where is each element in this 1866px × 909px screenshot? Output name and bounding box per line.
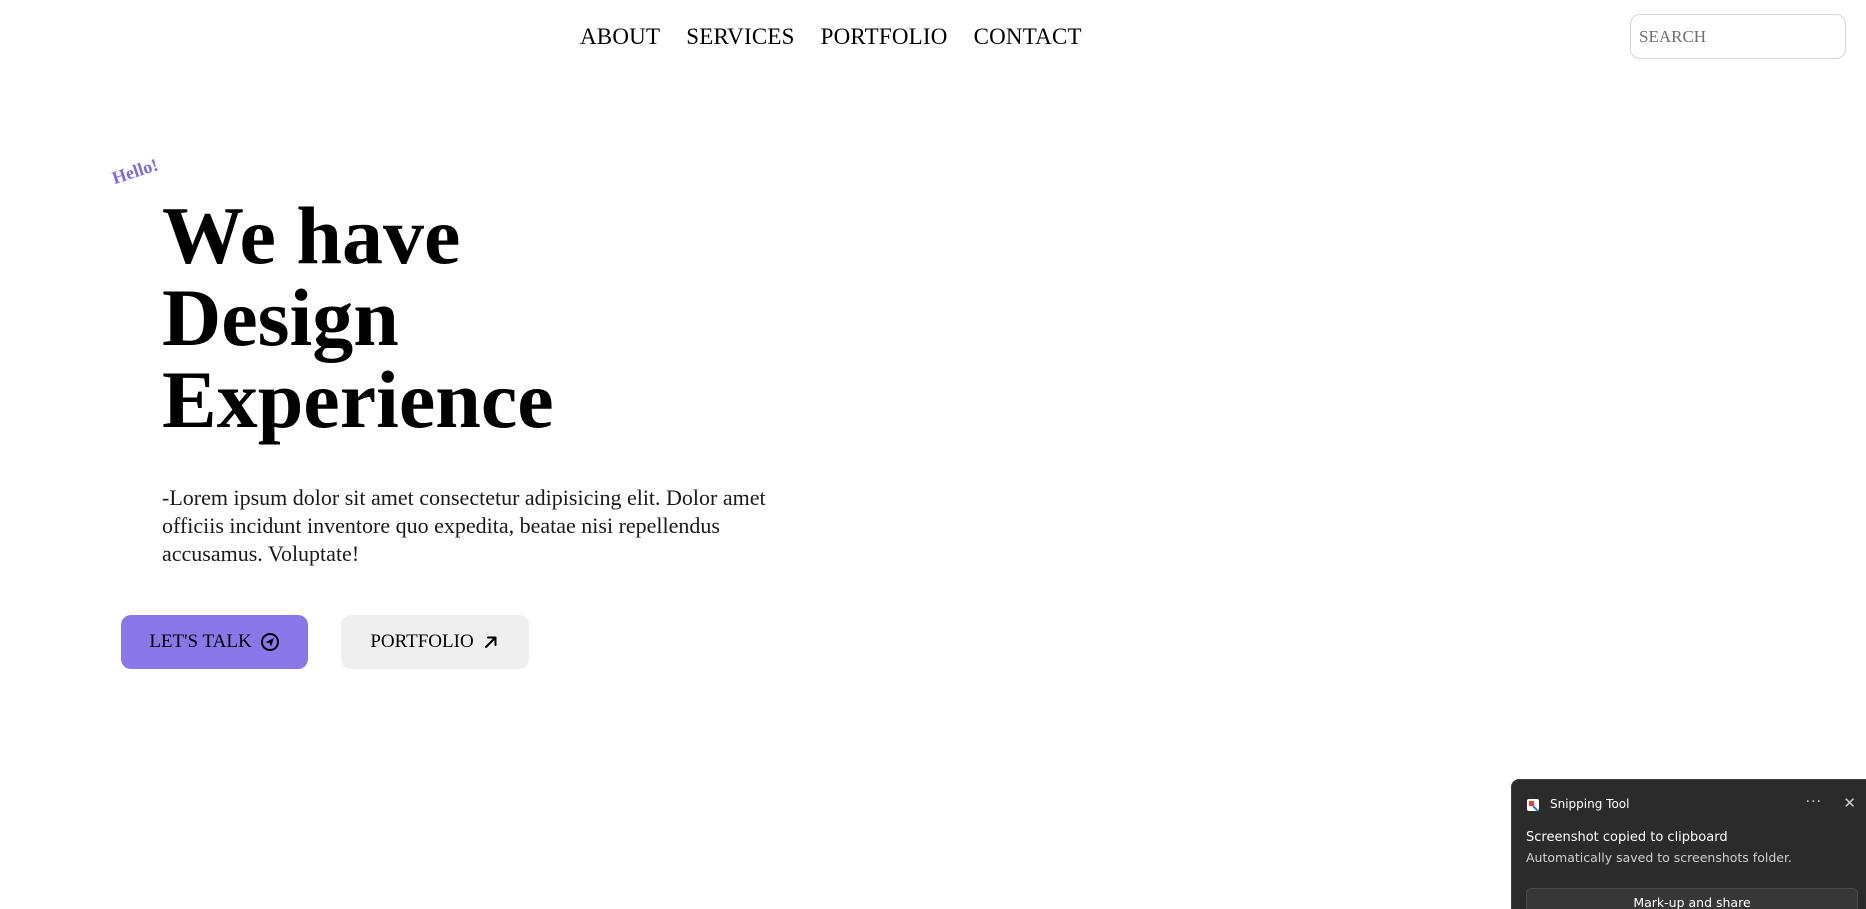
search-input[interactable] <box>1630 14 1846 59</box>
arrow-up-right-icon <box>482 633 500 651</box>
hero-headline: We have Design Experience <box>162 195 554 441</box>
lets-talk-button[interactable]: LET'S TALK <box>121 615 308 669</box>
notification-header: Snipping Tool ··· ✕ <box>1526 794 1856 814</box>
hello-greeting: Hello! <box>109 154 161 189</box>
main-nav: ABOUT SERVICES PORTFOLIO CONTACT <box>580 22 1082 52</box>
nav-item-portfolio[interactable]: PORTFOLIO <box>821 22 948 52</box>
close-icon[interactable]: ✕ <box>1843 794 1856 812</box>
portfolio-label: PORTFOLIO <box>370 631 474 652</box>
nav-item-about[interactable]: ABOUT <box>580 22 660 52</box>
notification-title: Screenshot copied to clipboard <box>1526 830 1728 845</box>
lets-talk-label: LET'S TALK <box>149 631 252 652</box>
markup-and-share-button[interactable]: Mark-up and share <box>1526 888 1858 909</box>
hero-description: -Lorem ipsum dolor sit amet consectetur … <box>162 485 766 566</box>
nav-item-contact[interactable]: CONTACT <box>974 22 1082 52</box>
send-circle-icon <box>260 632 280 652</box>
nav-item-services[interactable]: SERVICES <box>686 22 794 52</box>
snipping-tool-notification[interactable]: Snipping Tool ··· ✕ Screenshot copied to… <box>1511 779 1866 909</box>
notification-message: Automatically saved to screenshots folde… <box>1526 850 1792 865</box>
snipping-tool-icon <box>1526 797 1540 812</box>
headline-line-3: Experience <box>162 354 554 445</box>
portfolio-button[interactable]: PORTFOLIO <box>341 615 529 669</box>
notification-app-name: Snipping Tool <box>1550 797 1630 811</box>
more-options-icon[interactable]: ··· <box>1806 794 1822 810</box>
headline-line-1: We have <box>162 190 461 281</box>
headline-line-2: Design <box>162 272 399 363</box>
